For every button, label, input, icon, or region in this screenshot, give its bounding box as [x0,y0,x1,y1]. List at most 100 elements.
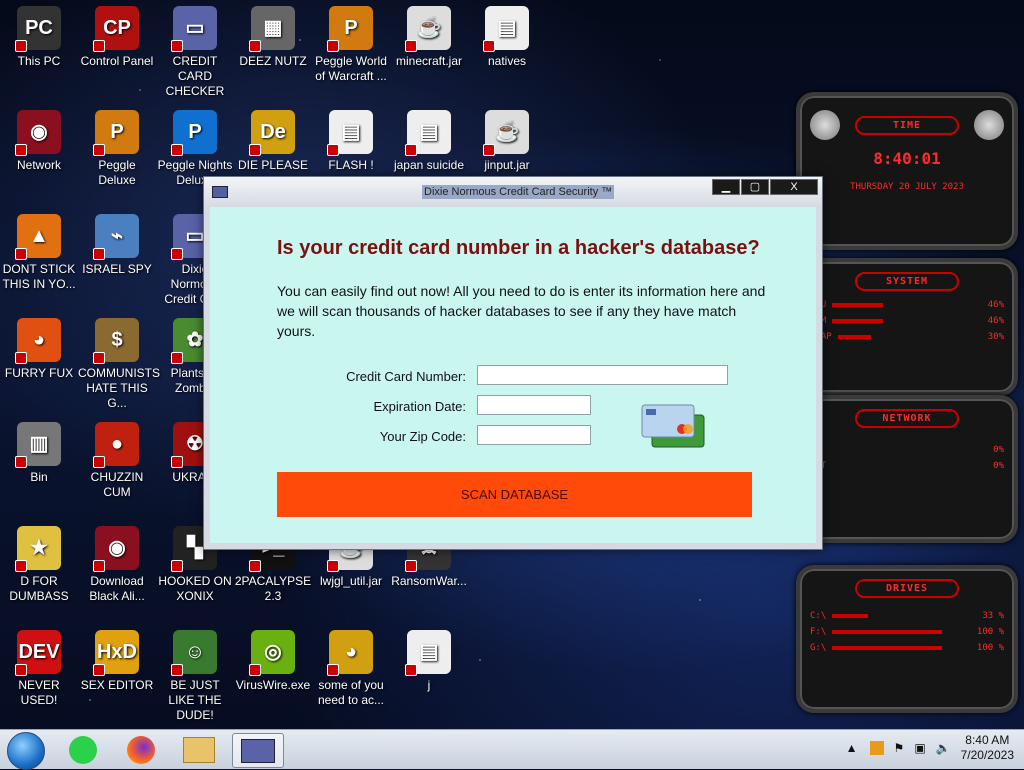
desktop-icon[interactable]: ▲ DONT STICK THIS IN YO... [0,214,78,292]
volume-icon[interactable]: 🔈 [936,741,951,755]
desktop-icon[interactable]: HxD SEX EDITOR [78,630,156,693]
desktop-icon[interactable]: ▦ DEEZ NUTZ [234,6,312,69]
shortcut-badge-icon [249,144,261,156]
show-hidden-icons-icon[interactable]: ▲ [846,741,858,755]
desktop-icon-image: ▭ [171,6,217,52]
shortcut-badge-icon [93,664,105,676]
desktop-icon[interactable]: ☕ minecraft.jar [390,6,468,69]
desktop-icon-label: DONT STICK THIS IN YO... [2,262,76,291]
desktop-icon-label: SEX EDITOR [80,678,154,692]
desktop-icon-label: Network [16,158,61,172]
desktop-icon-image: ★ [15,526,61,572]
desktop-icon-image: P [93,110,139,156]
desktop-icon[interactable]: ▤ japan suicide [390,110,468,173]
desktop-icon[interactable]: ◕ FURRY FUX [0,318,78,381]
widget-row-value: 100 % [976,643,1004,653]
desktop-icon-label: j [427,678,431,692]
desktop-icon[interactable]: P Peggle World of Warcraft ... [312,6,390,84]
zip-code-input[interactable] [477,425,591,445]
expiration-date-input[interactable] [477,395,591,415]
time-widget-title: TIME [855,116,959,135]
desktop-icon[interactable]: PC This PC [0,6,78,69]
window-titlebar[interactable]: Dixie Normous Credit Card Security ™ ▁ ▢… [204,177,822,207]
desktop-icon[interactable]: ◕ some of you need to ac... [312,630,390,708]
maximize-button[interactable]: ▢ [741,179,769,195]
desktop-icon-label: This PC [17,54,61,68]
desktop-icon-label: NEVER USED! [18,678,60,707]
desktop-icon[interactable]: ◉ Network [0,110,78,173]
drives-widget-title: DRIVES [855,579,959,598]
shortcut-badge-icon [405,40,417,52]
desktop-icon[interactable]: ★ D FOR DUMBASS [0,526,78,604]
desktop-icon-image: ◎ [249,630,295,676]
desktop-icon-label: Peggle World of Warcraft ... [315,54,387,83]
shortcut-badge-icon [15,560,27,572]
shortcut-badge-icon [15,40,27,52]
drives-widget: DRIVES C:\ 33 % F:\ 100 % G:\ 100 % [796,565,1018,713]
shortcut-badge-icon [171,248,183,260]
shortcut-badge-icon [171,560,183,572]
desktop-icon[interactable]: $ COMMUNISTS HATE THIS G... [78,318,160,411]
credit-card-security-taskbar-item[interactable] [232,733,284,768]
firefox-taskbar-icon[interactable] [116,733,166,766]
shortcut-badge-icon [15,248,27,260]
desktop-icon[interactable]: ☕ jinput.jar [468,110,546,173]
desktop-icon-image: ⌁ [93,214,139,260]
desktop-icon[interactable]: ▥ Bin [0,422,78,485]
expiration-date-label: Expiration Date: [373,399,467,414]
widget-row: RAM46% [800,313,1014,329]
notes-app-taskbar-icon[interactable] [58,733,108,766]
widget-row-value: 100 % [976,627,1004,637]
shortcut-badge-icon [405,560,417,572]
desktop-icon-image: $ [93,318,139,364]
widget-row-label: G:\ [810,643,943,653]
desktop-icon[interactable]: ⌁ ISRAEL SPY [78,214,156,277]
close-button[interactable]: X [770,179,818,195]
start-button[interactable] [7,732,45,770]
widget-row-value: 30% [987,332,1004,342]
network-status-icon[interactable]: ▣ [914,741,925,755]
desktop-icon[interactable]: ▤ FLASH ! [312,110,390,173]
desktop-icon[interactable]: De DIE PLEASE [234,110,312,173]
desktop-icon[interactable]: ◉ Download Black Ali... [78,526,156,604]
desktop-icon-label: CHUZZIN CUM [90,470,144,499]
desktop-icon[interactable]: P Peggle Deluxe [78,110,156,188]
file-explorer-taskbar-icon[interactable] [174,733,224,766]
minimize-button[interactable]: ▁ [712,179,740,195]
desktop-icon-image: ☺ [171,630,217,676]
desktop-icon-label: FURRY FUX [4,366,74,380]
desktop-icon[interactable]: ◎ VirusWire.exe [234,630,312,693]
widget-row: SWAP30% [800,329,1014,345]
scan-database-button[interactable]: SCAN DATABASE [277,472,752,517]
desktop-icon[interactable]: ▤ natives [468,6,546,69]
desktop-icon-image: ▥ [15,422,61,468]
flag-icon[interactable]: ⚑ [894,741,905,755]
card-number-input[interactable] [477,365,728,385]
time-widget: TIME 8:40:01 THURSDAY 20 JULY 2023 [796,92,1018,250]
shortcut-badge-icon [405,664,417,676]
credit-cards-icon [640,403,706,451]
network-widget: NETWORK IN0%OUT0% [796,395,1018,543]
zip-code-label: Your Zip Code: [379,429,466,444]
desktop-icon-image: CP [93,6,139,52]
desktop-icon-image: P [171,110,217,156]
taskbar-clock[interactable]: 8:40 AM 7/20/2023 [961,733,1014,763]
desktop-icon-label: jinput.jar [484,158,530,172]
system-widget: SYSTEM CPU46%RAM46%SWAP30% [796,258,1018,396]
shortcut-badge-icon [93,456,105,468]
app-tray-icon[interactable] [869,741,884,755]
shortcut-badge-icon [15,144,27,156]
shortcut-badge-icon [249,560,261,572]
desktop-icon[interactable]: DEV NEVER USED! [0,630,78,708]
desktop-icon[interactable]: CP Control Panel [78,6,156,69]
desktop-icon[interactable]: ● CHUZZIN CUM [78,422,156,500]
shortcut-badge-icon [15,352,27,364]
desktop-icon[interactable]: ▭ CREDIT CARD CHECKER [156,6,234,99]
desktop-icon[interactable]: ☺ BE JUST LIKE THE DUDE! [156,630,234,723]
shortcut-badge-icon [327,40,339,52]
widget-row: C:\ 33 % [800,608,1014,624]
network-widget-title: NETWORK [855,409,959,428]
desktop-icon-label: BE JUST LIKE THE DUDE! [168,678,222,722]
desktop-icon-image: ▲ [15,214,61,260]
desktop-icon[interactable]: ▤ j [390,630,468,693]
